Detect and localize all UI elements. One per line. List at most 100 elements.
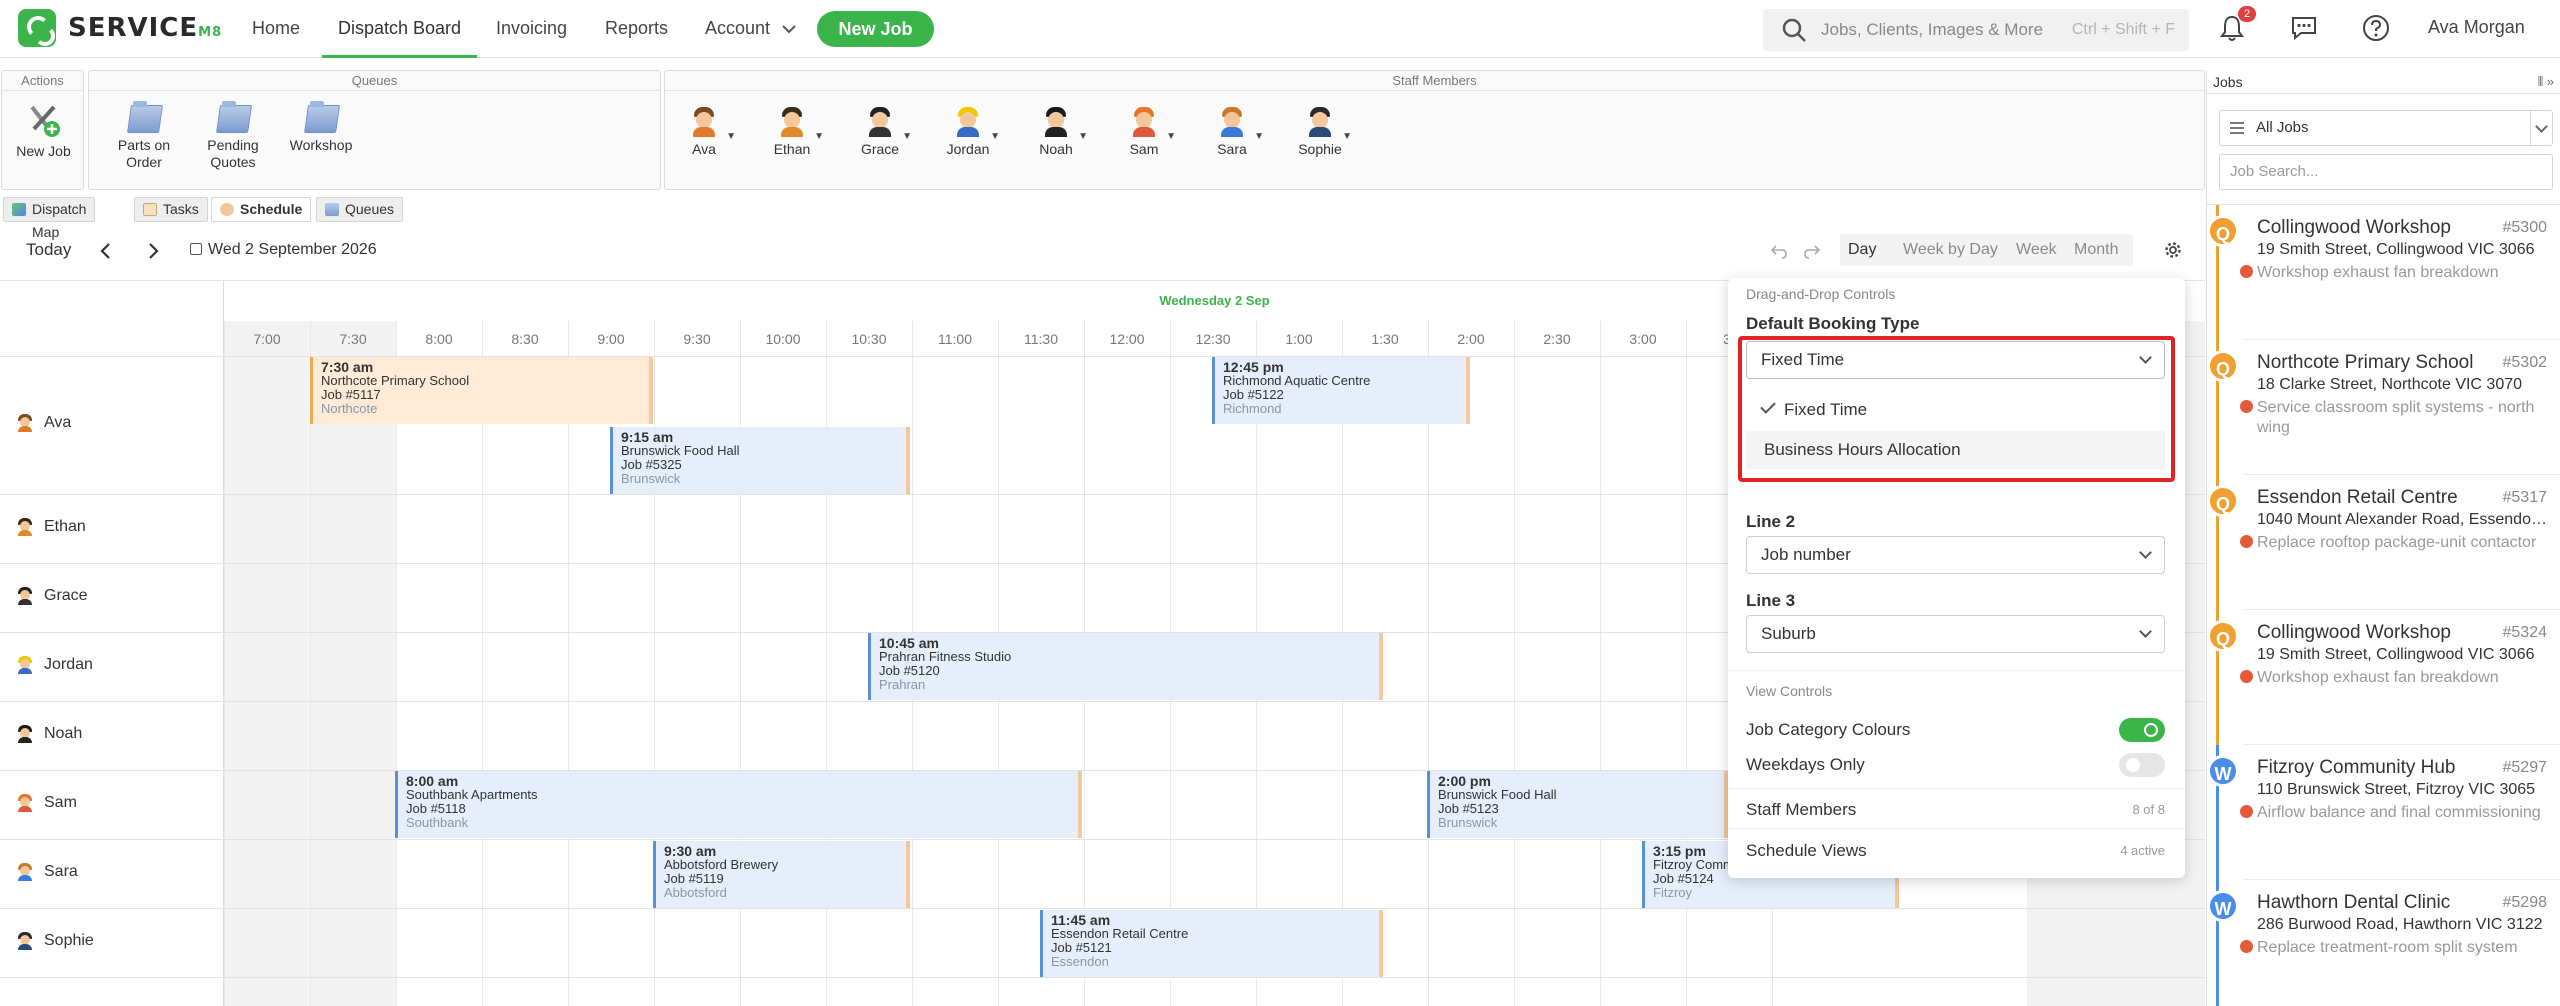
gear-icon[interactable] [2164, 241, 2182, 259]
today-button[interactable]: Today [26, 240, 71, 260]
staff-members-row[interactable]: Staff Members 8 of 8 [1746, 800, 2165, 820]
job-address: 19 Smith Street, Collingwood VIC 3066 [2257, 646, 2535, 663]
tab-schedule[interactable]: Schedule [211, 197, 312, 222]
filter-value: All Jobs [2256, 119, 2309, 136]
view-day[interactable]: Day [1840, 234, 1885, 266]
avatar [16, 931, 34, 950]
job-suburb: Fitzroy [1653, 885, 1692, 900]
staff-row-sophie[interactable]: Sophie [16, 931, 94, 950]
staff-row-noah[interactable]: Noah [16, 724, 82, 743]
tab-queues[interactable]: Queues [316, 197, 404, 222]
weekdays-only-row: Weekdays Only [1746, 753, 2165, 777]
default-booking-type-select[interactable]: Fixed Time [1746, 341, 2165, 379]
ribbon-new-job-button[interactable]: New Job [2, 103, 85, 160]
staff-sophie[interactable]: ▼ Sophie [1290, 107, 1352, 157]
job-status-badge: Q [2207, 350, 2239, 382]
job-card[interactable]: 9:15 am Brunswick Food Hall Job #5325 Bruns… [610, 427, 910, 494]
view-week-by-day[interactable]: Week by Day [1903, 234, 1998, 266]
job-list-item[interactable]: Q Northcote Primary School #5302 18 Clarke … [2207, 340, 2560, 475]
job-list-item[interactable]: Q Essendon Retail Centre #5317 1040 Mount A… [2207, 475, 2560, 610]
logo-icon [18, 9, 56, 47]
staff-grace[interactable]: ▼ Grace [850, 107, 912, 157]
staff-ethan[interactable]: ▼ Ethan [762, 107, 824, 157]
staff-sam[interactable]: ▼ Sam [1114, 107, 1176, 157]
job-category-colours-toggle[interactable] [2119, 718, 2165, 742]
job-description: Workshop exhaust fan breakdown [2257, 669, 2499, 686]
staff-row-ethan[interactable]: Ethan [16, 517, 86, 536]
queue-workshop[interactable]: Workshop [278, 101, 364, 154]
jobs-filter-select[interactable]: All Jobs [2219, 110, 2553, 146]
job-list-item[interactable]: W Hawthorn Dental Clinic #5298 286 Burwood … [2207, 880, 2560, 1006]
staff-row-name: Sara [44, 862, 78, 880]
select-value: Fixed Time [1761, 350, 1845, 369]
avatar [16, 517, 34, 536]
job-suburb: Brunswick [621, 471, 681, 486]
job-suburb: Southbank [406, 815, 469, 830]
staff-row-jordan[interactable]: Jordan [16, 655, 93, 674]
help-icon[interactable] [2361, 13, 2391, 43]
staff-sara[interactable]: ▼ Sara [1202, 107, 1264, 157]
job-card[interactable]: 9:30 am Abbotsford Brewery Job #5119 Abbots… [653, 841, 910, 908]
hour-label: 12:30 [1195, 331, 1231, 347]
staff-row-sara[interactable]: Sara [16, 862, 78, 881]
nav-reports[interactable]: Reports [605, 0, 668, 58]
schedule-views-row[interactable]: Schedule Views 4 active [1746, 841, 2165, 861]
new-job-button[interactable]: New Job [817, 11, 934, 47]
job-description: Service classroom split systems - north … [2257, 399, 2535, 436]
priority-dot [2240, 265, 2253, 278]
user-menu[interactable]: Ava Morgan [2428, 17, 2525, 38]
jobs-panel-header: Jobs ⫴ » [2207, 70, 2560, 94]
job-card[interactable]: 10:45 am Prahran Fitness Studio Job #5120 P… [868, 633, 1383, 700]
line-2-select[interactable]: Job number [1746, 536, 2165, 574]
previous-day-icon[interactable] [99, 241, 113, 261]
hour-label: 10:00 [765, 331, 801, 347]
avatar [1130, 107, 1158, 137]
job-list-item[interactable]: Q Collingwood Workshop #5324 19 Smith Stree… [2207, 610, 2560, 745]
date-picker[interactable]: Wed 2 September 2026 [190, 241, 377, 259]
tab-label: Tasks [163, 201, 199, 217]
nav-dispatch-board[interactable]: Dispatch Board [322, 0, 478, 58]
option-business-hours-allocation[interactable]: Business Hours Allocation [1746, 431, 2165, 469]
undo-icon[interactable] [1770, 242, 1788, 260]
job-card[interactable]: 2:00 pm Brunswick Food Hall Job #5123 Bruns… [1427, 771, 1728, 838]
job-list-item[interactable]: Q Collingwood Workshop #5300 19 Smith Stree… [2207, 205, 2560, 340]
staff-name: Ethan [773, 141, 811, 157]
view-controls-section-title: View Controls [1746, 683, 1833, 699]
schedule-settings-popover: Drag-and-Drop Controls Default Booking T… [1728, 278, 2185, 878]
job-card[interactable]: 12:45 pm Richmond Aquatic Centre Job #5122… [1212, 357, 1470, 424]
staff-name: Noah [1039, 141, 1073, 157]
job-card[interactable]: 7:30 am Northcote Primary School Job #5117… [310, 357, 653, 424]
chat-icon[interactable] [2289, 13, 2319, 43]
option-fixed-time[interactable]: Fixed Time [1746, 391, 2165, 429]
nav-home[interactable]: Home [252, 0, 300, 58]
tab-tasks[interactable]: Tasks [134, 197, 208, 222]
staff-noah[interactable]: ▼ Noah [1026, 107, 1088, 157]
job-search-input[interactable]: Job Search... [2219, 154, 2553, 190]
job-card[interactable]: 8:00 am Southbank Apartments Job #5118 Sout… [395, 771, 1082, 838]
job-time: 8:00 am [406, 773, 459, 789]
nav-account[interactable]: Account [705, 0, 797, 58]
queue-parts-on-order[interactable]: Parts on Order [101, 101, 187, 171]
panel-collapse-icon[interactable]: ⫴ » [2538, 70, 2554, 94]
staff-jordan[interactable]: ▼ Jordan [938, 107, 1000, 157]
job-client: Abbotsford Brewery [664, 857, 779, 872]
staff-row-grace[interactable]: Grace [16, 586, 88, 605]
job-address: 110 Brunswick Street, Fitzroy VIC 3065 [2257, 781, 2536, 798]
next-day-icon[interactable] [146, 241, 160, 261]
job-card[interactable]: 11:45 am Essendon Retail Centre Job #5121 E… [1040, 910, 1383, 977]
queue-pending-quotes[interactable]: Pending Quotes [190, 101, 276, 171]
tab-dispatch-map[interactable]: Dispatch Map [3, 197, 96, 240]
redo-icon[interactable] [1803, 242, 1821, 260]
view-month[interactable]: Month [2074, 234, 2118, 266]
staff-ava[interactable]: ▼ Ava [674, 107, 736, 157]
staff-row-sam[interactable]: Sam [16, 793, 77, 812]
staff-row-ava[interactable]: Ava [16, 414, 71, 432]
view-week[interactable]: Week [2016, 234, 2057, 266]
line-3-select[interactable]: Suburb [1746, 615, 2165, 653]
ribbon-toolbar: Actions New Job Queues Parts on Order Pe… [0, 70, 2205, 190]
app-logo[interactable]: SERVICEM8 [18, 9, 222, 47]
weekdays-only-toggle[interactable] [2119, 753, 2165, 777]
job-list-item[interactable]: W Fitzroy Community Hub #5297 110 Brunswick… [2207, 745, 2560, 880]
global-search-input[interactable]: Jobs, Clients, Images & More Ctrl + Shif… [1763, 9, 2189, 51]
nav-invoicing[interactable]: Invoicing [496, 0, 567, 58]
